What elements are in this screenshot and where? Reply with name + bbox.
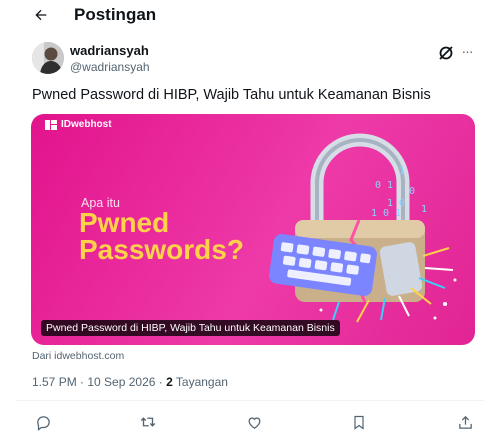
- view-count: 2: [166, 375, 173, 389]
- arrow-left-icon[interactable]: [30, 4, 52, 26]
- share-icon[interactable]: [455, 412, 475, 432]
- views-label: Tayangan: [172, 375, 228, 389]
- card-caption: Pwned Password di HIBP, Wajib Tahu untuk…: [41, 320, 340, 336]
- bookmark-icon[interactable]: [349, 412, 369, 432]
- post-meta: 1.57 PM · 10 Sep 2026 · 2 Tayangan: [32, 375, 228, 389]
- more-options-icon[interactable]: ···: [459, 44, 475, 62]
- post-timestamp[interactable]: 1.57 PM · 10 Sep 2026 ·: [32, 375, 166, 389]
- svg-text:1: 1: [421, 204, 427, 215]
- link-card[interactable]: IDwebhost Apa itu Pwned Passwords? 0 111…: [31, 114, 475, 345]
- svg-text:0 1: 0 1: [375, 180, 393, 191]
- svg-text:1: 1: [399, 166, 405, 177]
- top-bar: Postingan: [0, 0, 500, 32]
- svg-text:1 0 1: 1 0 1: [371, 208, 401, 219]
- author-name[interactable]: wadriansyah: [70, 43, 149, 58]
- svg-text:0: 0: [409, 186, 415, 197]
- like-icon[interactable]: [244, 412, 264, 432]
- brand-logo: IDwebhost: [45, 119, 112, 130]
- page-title: Postingan: [74, 5, 157, 24]
- brand-name: IDwebhost: [61, 119, 112, 130]
- reply-icon[interactable]: [33, 412, 53, 432]
- avatar[interactable]: [32, 42, 64, 74]
- card-headline-1: Pwned: [79, 207, 170, 238]
- author-handle[interactable]: @wadriansyah: [70, 60, 150, 74]
- padlock-keyboard-illustration: 0 111 0 01 0 11: [269, 133, 457, 323]
- grok-icon[interactable]: [437, 44, 455, 62]
- action-bar: [0, 410, 500, 434]
- repost-icon[interactable]: [138, 412, 158, 432]
- card-headline-2: Passwords?: [79, 234, 244, 265]
- card-source[interactable]: Dari idwebhost.com: [32, 350, 124, 362]
- divider: [16, 400, 484, 401]
- post-text: Pwned Password di HIBP, Wajib Tahu untuk…: [32, 87, 431, 103]
